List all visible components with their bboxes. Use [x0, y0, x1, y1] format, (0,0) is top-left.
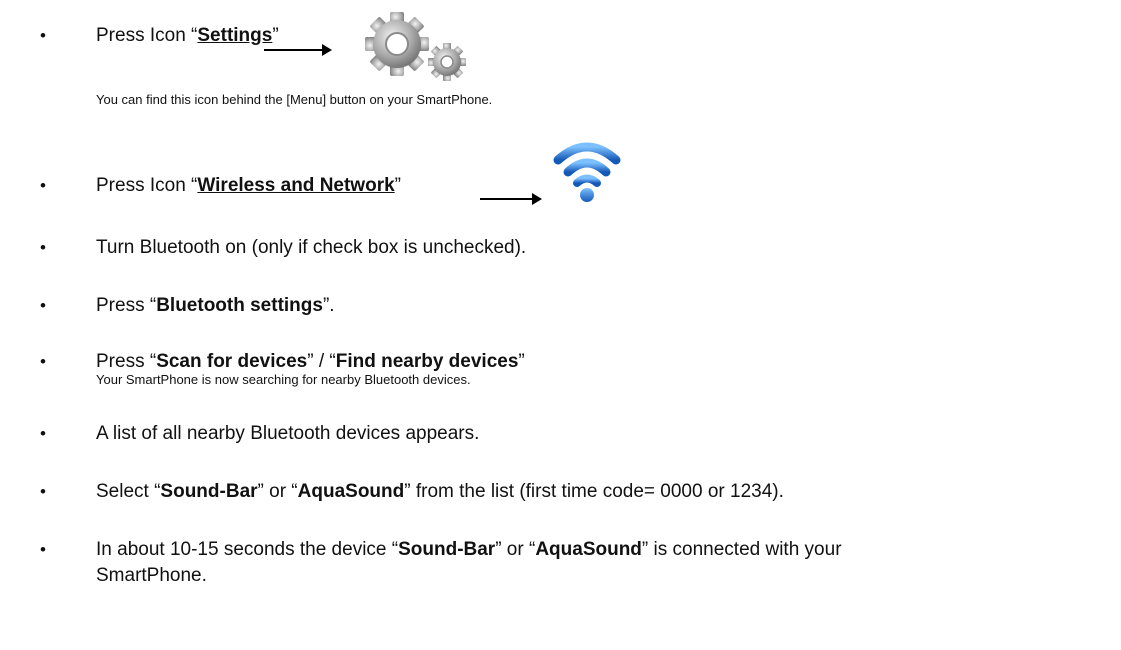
step-text: In about 10-15 seconds the device “Sound… [96, 539, 842, 560]
settings-note: You can find this icon behind the [Menu]… [96, 92, 493, 107]
find-nearby-label: Find nearby devices [335, 351, 519, 372]
wireless-label: Wireless and Network [197, 175, 395, 196]
bullet: • [40, 296, 46, 315]
aquasound-label: AquaSound [535, 539, 642, 560]
step-text: Press “Bluetooth settings”. [96, 295, 335, 316]
bullet: • [40, 424, 46, 443]
gear-icon [365, 12, 466, 81]
bullet: • [40, 176, 46, 195]
step-text: Select “Sound-Bar” or “AquaSound” from t… [96, 481, 784, 502]
bluetooth-settings-label: Bluetooth settings [156, 295, 323, 316]
bullet: • [40, 482, 46, 501]
bullet: • [40, 540, 46, 559]
step-text: Turn Bluetooth on (only if check box is … [96, 237, 527, 258]
bullet: • [40, 26, 46, 45]
bullet: • [40, 352, 46, 371]
scan-label: Scan for devices [156, 351, 308, 372]
scan-note: Your SmartPhone is now searching for nea… [96, 372, 471, 387]
step-text: Press “Scan for devices” / “Find nearby … [96, 351, 525, 372]
aquasound-label: AquaSound [297, 481, 405, 502]
step-text-continued: SmartPhone. [96, 565, 207, 586]
arrow-to-settings [264, 44, 332, 56]
soundbar-label: Sound-Bar [160, 481, 258, 502]
step-text: A list of all nearby Bluetooth devices a… [96, 423, 480, 444]
arrow-to-wireless [480, 193, 542, 205]
soundbar-label: Sound-Bar [398, 539, 496, 560]
step-text: Press Icon “Settings” [96, 25, 279, 46]
wifi-icon [553, 142, 621, 202]
bullet: • [40, 238, 46, 257]
settings-label: Settings [197, 25, 273, 46]
step-text: Press Icon “Wireless and Network” [96, 175, 401, 196]
